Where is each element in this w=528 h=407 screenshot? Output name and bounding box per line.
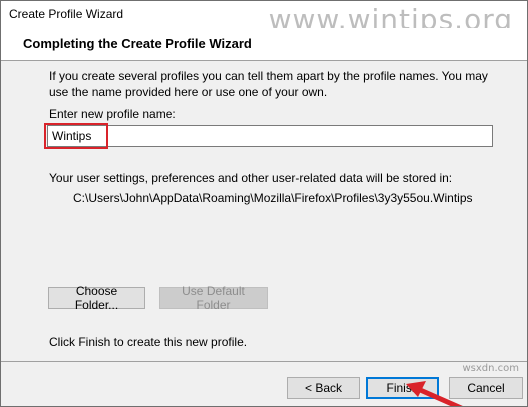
choose-folder-button[interactable]: Choose Folder... (48, 284, 145, 312)
profile-name-input[interactable] (47, 125, 493, 147)
wizard-content: If you create several profiles you can t… (1, 61, 527, 361)
title-bar: Create Profile Wizard www.wintips.org (1, 1, 527, 36)
finish-instruction-text: Click Finish to create this new profile. (49, 335, 248, 349)
watermark-bottom-logo: wsxdn.com (462, 363, 519, 374)
storage-path-text: C:\Users\John\AppData\Roaming\Mozilla\Fi… (73, 191, 473, 205)
cancel-button[interactable]: Cancel (449, 377, 523, 399)
back-button[interactable]: < Back (287, 377, 360, 399)
create-profile-wizard-window: Create Profile Wizard www.wintips.org Co… (0, 0, 528, 407)
window-title: Create Profile Wizard (9, 7, 124, 21)
use-default-folder-button[interactable]: Use Default Folder (159, 284, 268, 312)
description-text: If you create several profiles you can t… (49, 69, 488, 99)
storage-info-text: Your user settings, preferences and othe… (49, 171, 453, 185)
page-title: Completing the Create Profile Wizard (23, 36, 252, 51)
footer-divider (1, 361, 527, 362)
wizard-header: Completing the Create Profile Wizard (1, 28, 527, 61)
profile-name-label: Enter new profile name: (49, 107, 176, 121)
finish-button[interactable]: Finish (366, 377, 439, 399)
